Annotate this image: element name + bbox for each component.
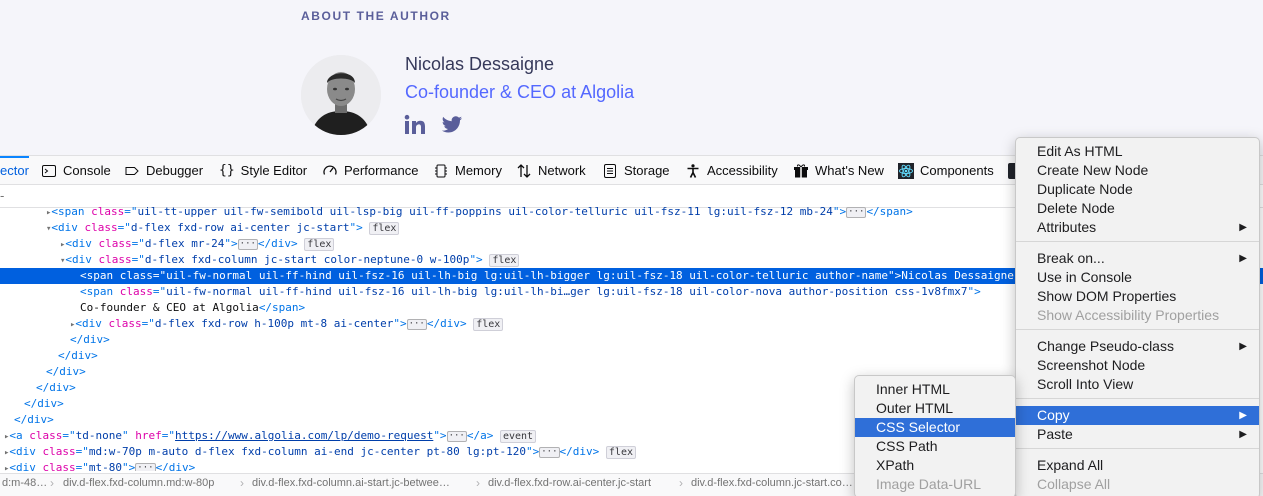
whats-new-icon: [793, 163, 809, 179]
tab-whats-new[interactable]: What's New: [793, 156, 884, 185]
menu-item-copy[interactable]: Copy ▶: [1016, 406, 1259, 425]
menu-item-break-on[interactable]: Break on... ▶: [1016, 249, 1259, 268]
breadcrumb-separator: ›: [50, 476, 54, 490]
breadcrumb-item[interactable]: div.d-flex.fxd-column.ai-start.jc-betwee…: [252, 477, 450, 489]
chevron-right-icon: ▶: [1239, 410, 1247, 421]
tab-label: ector: [0, 163, 29, 178]
debugger-icon: [124, 163, 140, 179]
console-icon: [41, 163, 57, 179]
page-content: ABOUT THE AUTHOR Nicolas Dessaigne Co-fo…: [0, 0, 1263, 155]
menu-item-xpath[interactable]: XPath: [855, 456, 1015, 475]
tab-storage[interactable]: Storage: [602, 156, 670, 185]
menu-item-image-data-url: Image Data-URL: [876, 476, 982, 492]
menu-item-create-new-node[interactable]: Create New Node: [1016, 161, 1259, 180]
chevron-right-icon: ▶: [1239, 253, 1247, 264]
chevron-right-icon: ▶: [1239, 341, 1247, 352]
section-label: ABOUT THE AUTHOR: [301, 9, 451, 23]
twitter-icon[interactable]: [441, 114, 463, 136]
tab-label: Console: [63, 163, 111, 178]
tab-label: Network: [538, 163, 586, 178]
menu-item-duplicate-node[interactable]: Duplicate Node: [1016, 180, 1259, 199]
tab-accessibility[interactable]: Accessibility: [685, 156, 778, 185]
tab-style-editor[interactable]: {} Style Editor: [219, 156, 307, 185]
tab-label: Components: [920, 163, 994, 178]
breadcrumb-separator: ›: [679, 476, 683, 490]
performance-icon: [322, 163, 338, 179]
tab-components[interactable]: Components: [898, 156, 994, 185]
menu-item-css-path[interactable]: CSS Path: [855, 437, 1015, 456]
storage-icon: [602, 163, 618, 179]
tab-label: Debugger: [146, 163, 204, 178]
breadcrumb-item[interactable]: div.d-flex.fxd-row.ai-center.jc-start: [488, 477, 651, 489]
copy-submenu: Inner HTML Outer HTML CSS Selector CSS P…: [854, 375, 1016, 496]
tab-performance[interactable]: Performance: [322, 156, 418, 185]
tab-label: What's New: [815, 163, 884, 178]
search-field[interactable]: -: [0, 188, 4, 203]
menu-item-delete-node[interactable]: Delete Node: [1016, 199, 1259, 218]
menu-item-attributes[interactable]: Attributes ▶: [1016, 218, 1259, 237]
chevron-right-icon: ▶: [1239, 429, 1247, 440]
breadcrumb-separator: ›: [240, 476, 244, 490]
tab-label: Memory: [455, 163, 502, 178]
linkedin-icon[interactable]: [404, 114, 426, 136]
menu-item-outer-html[interactable]: Outer HTML: [855, 399, 1015, 418]
author-position: Co-founder & CEO at Algolia: [405, 82, 635, 102]
tab-memory[interactable]: Memory: [433, 156, 502, 185]
author-name: Nicolas Dessaigne: [405, 54, 555, 74]
tab-label: Storage: [624, 163, 670, 178]
menu-item-show-dom-properties[interactable]: Show DOM Properties: [1016, 287, 1259, 306]
menu-item-paste[interactable]: Paste ▶: [1016, 425, 1259, 444]
breadcrumb-item[interactable]: div.d-flex.fxd-column.md:w-80p: [63, 477, 214, 489]
menu-separator: [1016, 329, 1259, 330]
tab-label: Accessibility: [707, 163, 778, 178]
chevron-right-icon: ▶: [1239, 222, 1247, 233]
tab-debugger[interactable]: Debugger: [124, 156, 203, 185]
accessibility-icon: [685, 163, 701, 179]
breadcrumb-item[interactable]: d:m-48…: [2, 477, 47, 489]
react-icon: [898, 162, 914, 179]
menu-item-change-pseudo-class[interactable]: Change Pseudo-class ▶: [1016, 337, 1259, 356]
menu-separator: [1016, 241, 1259, 242]
menu-item-screenshot-node[interactable]: Screenshot Node: [1016, 356, 1259, 375]
menu-separator: [1016, 448, 1259, 449]
memory-icon: [433, 163, 449, 179]
tab-network[interactable]: Network: [516, 156, 586, 185]
menu-item-expand-all[interactable]: Expand All: [1016, 456, 1259, 475]
tab-inspector[interactable]: ector: [0, 156, 29, 185]
menu-item-css-selector[interactable]: CSS Selector: [855, 418, 1015, 437]
tab-label: Style Editor: [240, 163, 308, 178]
tab-label: Performance: [344, 163, 419, 178]
author-avatar: [301, 55, 381, 135]
menu-item-scroll-into-view[interactable]: Scroll Into View: [1016, 375, 1259, 394]
menu-item-inner-html[interactable]: Inner HTML: [855, 380, 1015, 399]
tab-console[interactable]: Console: [41, 156, 111, 185]
menu-item-collapse-all: Collapse All: [1037, 476, 1111, 492]
network-icon: [516, 163, 532, 179]
style-editor-icon: {}: [219, 163, 235, 178]
menu-item-edit-as-html[interactable]: Edit As HTML: [1016, 142, 1259, 161]
context-menu: Edit As HTML Create New Node Duplicate N…: [1015, 137, 1260, 496]
menu-separator: [1016, 398, 1259, 399]
breadcrumb-separator: ›: [476, 476, 480, 490]
menu-item-show-accessibility-properties: Show Accessibility Properties: [1037, 307, 1220, 323]
menu-item-use-in-console[interactable]: Use in Console: [1016, 268, 1259, 287]
breadcrumb-item[interactable]: div.d-flex.fxd-column.jc-start.co…: [691, 477, 853, 489]
